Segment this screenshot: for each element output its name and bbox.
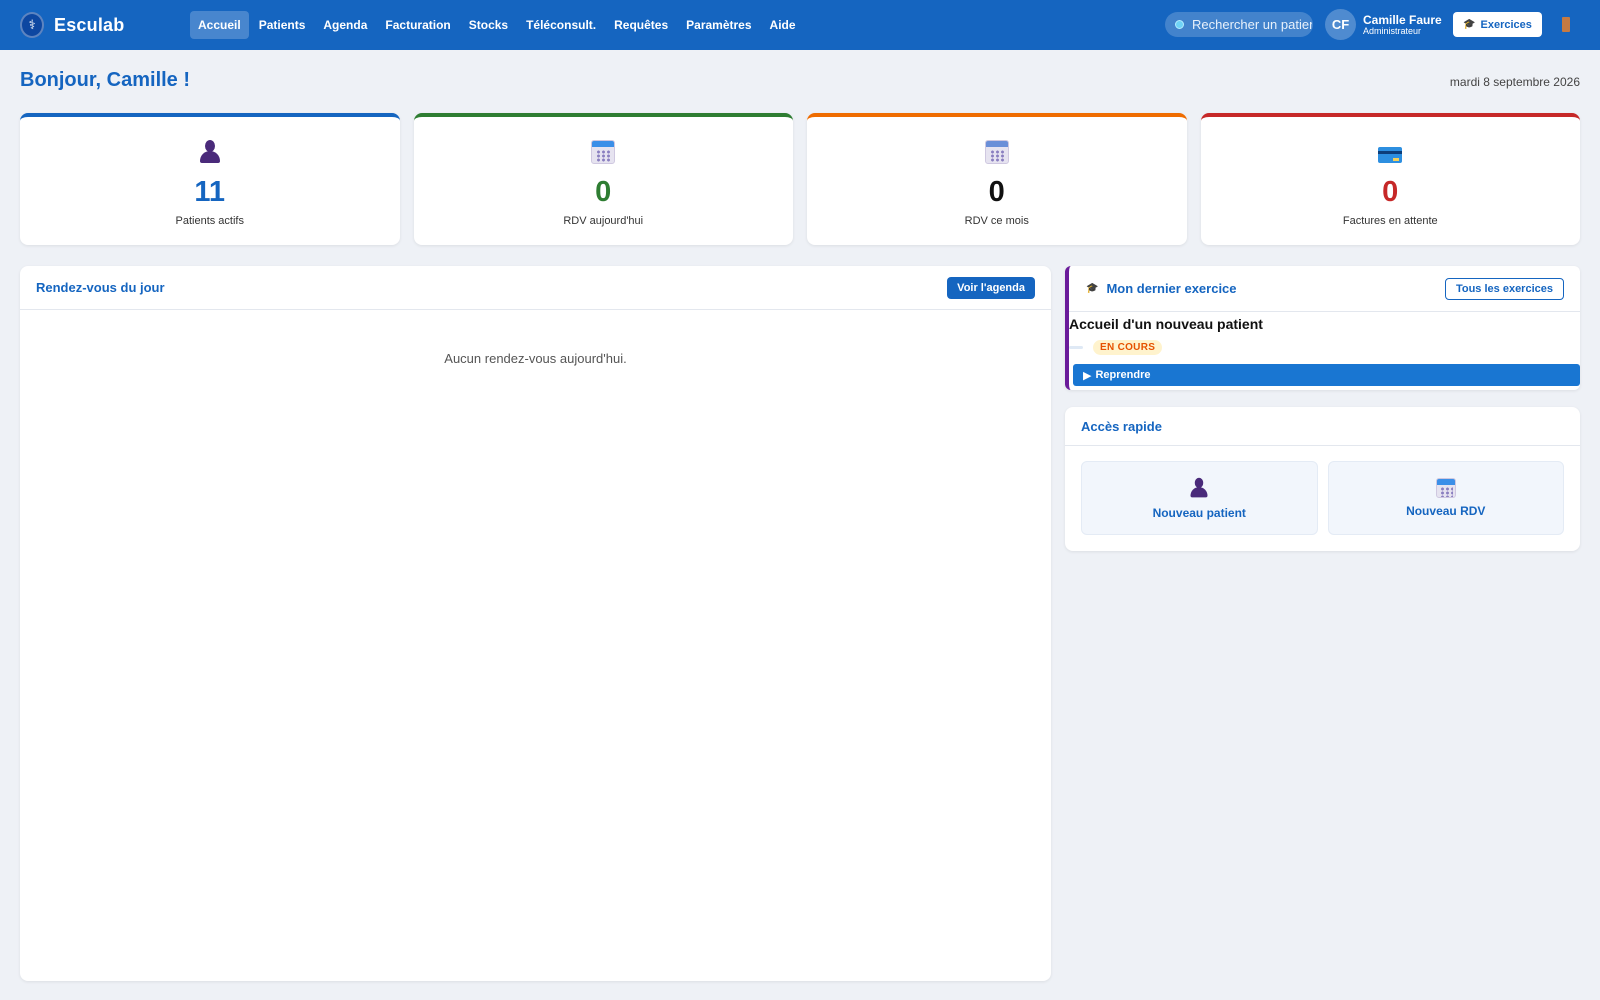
app-name: Esculab xyxy=(54,14,125,35)
user-name: Camille Faure xyxy=(1363,12,1442,27)
current-date: mardi 8 septembre 2026 xyxy=(1449,75,1580,89)
nav-item-agenda[interactable]: Agenda xyxy=(315,11,375,39)
nav-item-aide[interactable]: Aide xyxy=(762,11,804,39)
stat-card-patients[interactable]: 11 Patients actifs xyxy=(20,113,400,245)
calendar-icon xyxy=(984,140,1009,164)
nav-item-teleconsult[interactable]: Téléconsult. xyxy=(518,11,604,39)
calendar-icon xyxy=(591,140,616,164)
user-role: Administrateur xyxy=(1363,25,1422,36)
exercise-panel-title: Mon dernier exercice xyxy=(1106,281,1237,296)
status-badge: EN COURS xyxy=(1093,340,1163,355)
stat-value: 11 xyxy=(194,176,226,208)
all-exercises-button[interactable]: Tous les exercices xyxy=(1444,277,1564,300)
search-icon xyxy=(1175,20,1184,29)
graduation-cap-icon: 🎓 xyxy=(1086,283,1099,294)
view-agenda-button[interactable]: Voir l'agenda xyxy=(947,276,1035,299)
brand[interactable]: ⚕ Esculab xyxy=(20,12,190,38)
stat-label: Patients actifs xyxy=(175,215,244,227)
stat-label: RDV aujourd'hui xyxy=(563,215,644,227)
graduation-cap-icon: 🎓 xyxy=(1463,19,1476,30)
exercise-name: Accueil d'un nouveau patient xyxy=(1069,316,1263,332)
play-icon: ▶ xyxy=(1083,369,1092,382)
exercise-progress xyxy=(1069,346,1083,349)
stat-value: 0 xyxy=(1382,176,1399,208)
credit-card-icon xyxy=(1378,147,1403,163)
person-icon xyxy=(1190,477,1209,498)
nav-item-requetes[interactable]: Requêtes xyxy=(606,11,676,39)
new-patient-label: Nouveau patient xyxy=(1152,506,1246,520)
nav-item-parametres[interactable]: Paramètres xyxy=(678,11,759,39)
nav-item-stocks[interactable]: Stocks xyxy=(461,11,516,39)
stat-card-rdv-month[interactable]: 0 RDV ce mois xyxy=(807,113,1187,245)
stat-card-invoices[interactable]: 0 Factures en attente xyxy=(1200,113,1580,245)
nav-item-accueil[interactable]: Accueil xyxy=(190,11,249,39)
stat-value: 0 xyxy=(988,176,1005,208)
top-navbar: ⚕ Esculab Accueil Patients Agenda Factur… xyxy=(0,0,1600,50)
stat-card-rdv-today[interactable]: 0 RDV aujourd'hui xyxy=(413,113,793,245)
new-patient-button[interactable]: Nouveau patient xyxy=(1081,461,1318,535)
avatar: CF xyxy=(1325,9,1356,40)
page-title: Bonjour, Camille ! xyxy=(20,69,191,91)
logo-icon: ⚕ xyxy=(20,12,44,38)
resume-label: Reprendre xyxy=(1095,369,1151,381)
quick-access-panel: Accès rapide Nouveau patient Nouveau RDV xyxy=(1065,407,1580,551)
exercises-button-label: Exercices xyxy=(1480,18,1532,31)
stat-label: Factures en attente xyxy=(1342,215,1438,227)
person-icon xyxy=(199,140,221,164)
nav-item-facturation[interactable]: Facturation xyxy=(377,11,458,39)
last-exercise-panel: 🎓 Mon dernier exercice Tous les exercice… xyxy=(1065,266,1580,390)
search-input[interactable] xyxy=(1192,17,1312,32)
stats-row: 11 Patients actifs 0 RDV aujourd'hui 0 R… xyxy=(20,113,1580,245)
logout-icon[interactable] xyxy=(1562,17,1570,32)
calendar-icon xyxy=(1435,478,1456,498)
main-nav: Accueil Patients Agenda Facturation Stoc… xyxy=(190,11,804,39)
resume-button[interactable]: ▶ Reprendre xyxy=(1073,364,1580,386)
user-profile[interactable]: CF Camille Faure Administrateur xyxy=(1325,9,1442,40)
empty-state: Aucun rendez-vous aujourd'hui. xyxy=(444,351,627,366)
quick-access-title: Accès rapide xyxy=(1081,418,1162,434)
exercises-button[interactable]: 🎓 Exercices xyxy=(1453,12,1542,37)
stat-label: RDV ce mois xyxy=(964,215,1029,227)
stat-value: 0 xyxy=(595,176,612,208)
appointments-panel: Rendez-vous du jour Voir l'agenda Aucun … xyxy=(20,266,1051,981)
nav-item-patients[interactable]: Patients xyxy=(251,11,314,39)
new-appointment-button[interactable]: Nouveau RDV xyxy=(1327,461,1564,535)
patient-search xyxy=(1165,12,1313,37)
appointments-title: Rendez-vous du jour xyxy=(36,280,165,295)
new-appointment-label: Nouveau RDV xyxy=(1406,504,1486,518)
